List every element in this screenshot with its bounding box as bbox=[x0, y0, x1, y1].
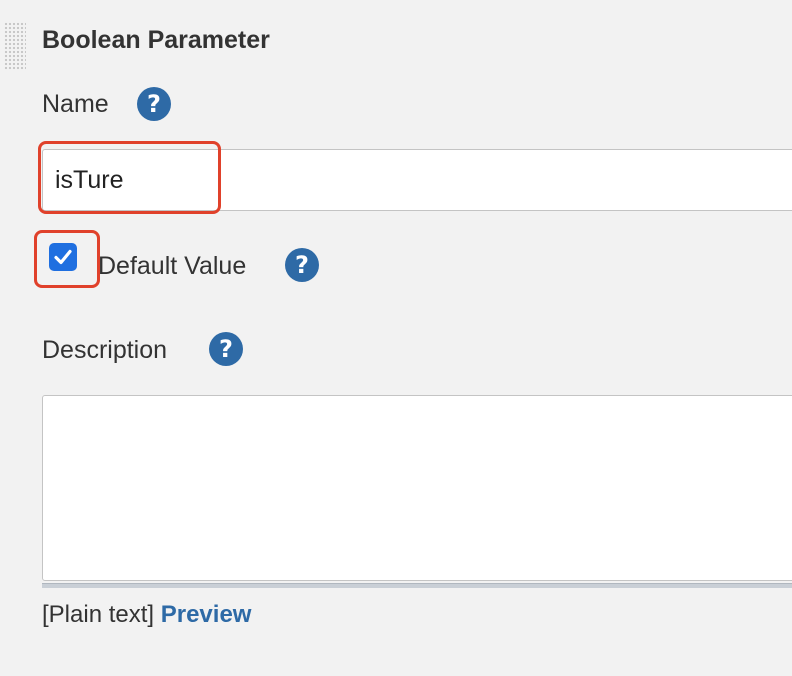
description-help-icon[interactable]: ? bbox=[209, 332, 243, 366]
default-value-label: Default Value bbox=[98, 252, 247, 280]
name-input[interactable] bbox=[42, 149, 792, 211]
description-label: Description bbox=[42, 336, 168, 364]
default-value-help-icon[interactable]: ? bbox=[285, 248, 319, 282]
name-label: Name bbox=[42, 90, 109, 118]
checkmark-icon bbox=[54, 249, 72, 265]
textarea-resize-handle[interactable] bbox=[42, 583, 792, 588]
default-value-checkbox[interactable] bbox=[49, 243, 77, 271]
description-textarea[interactable] bbox=[42, 395, 792, 581]
name-help-icon[interactable]: ? bbox=[137, 87, 171, 121]
preview-link[interactable]: Preview bbox=[161, 601, 252, 628]
plain-text-label: [Plain text] bbox=[42, 601, 155, 628]
format-note: [Plain text] Preview bbox=[42, 601, 251, 629]
drag-handle[interactable] bbox=[4, 22, 26, 70]
section-title: Boolean Parameter bbox=[42, 26, 270, 54]
